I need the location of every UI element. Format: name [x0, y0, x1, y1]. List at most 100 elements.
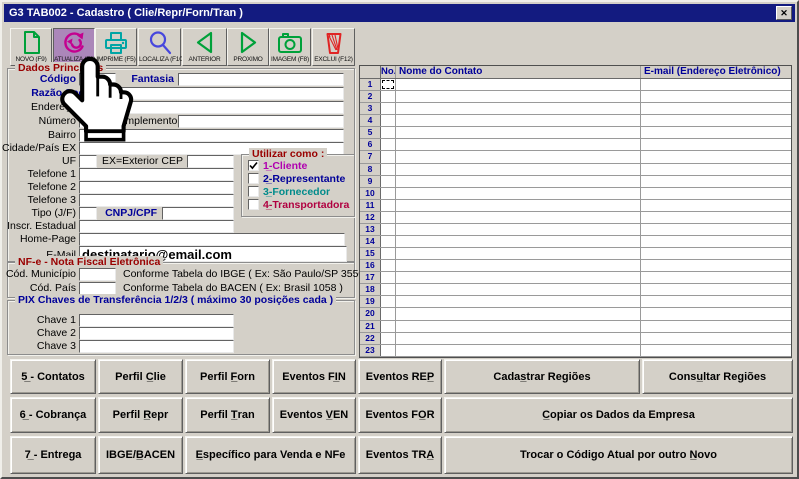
table-row[interactable]: 11 [360, 200, 791, 212]
eventos-ven-button[interactable]: Eventos V̲EN [272, 397, 356, 433]
cell-email[interactable] [641, 345, 791, 356]
row-number[interactable]: 12 [360, 212, 381, 223]
cell-no[interactable] [381, 272, 396, 283]
row-number[interactable]: 3 [360, 103, 381, 114]
table-row[interactable]: 2 [360, 91, 791, 103]
perfil-clie-button[interactable]: Perfil C̲lie [98, 359, 183, 394]
cell-email[interactable] [641, 103, 791, 114]
table-row[interactable]: 9 [360, 176, 791, 188]
cell-nome[interactable] [396, 188, 641, 199]
cell-email[interactable] [641, 296, 791, 307]
cell-email[interactable] [641, 212, 791, 223]
fantasia-input[interactable] [178, 73, 344, 86]
cell-nome[interactable] [396, 345, 641, 356]
cell-nome[interactable] [396, 296, 641, 307]
cell-email[interactable] [641, 127, 791, 138]
eventos-fin-button[interactable]: Eventos FI̲N [272, 359, 356, 394]
cell-nome[interactable] [396, 151, 641, 162]
row-number[interactable]: 5 [360, 127, 381, 138]
row-number[interactable]: 11 [360, 200, 381, 211]
anterior-button[interactable]: ANTERIOR [182, 28, 227, 66]
cell-nome[interactable] [396, 272, 641, 283]
cell-email[interactable] [641, 248, 791, 259]
tipo-input[interactable] [79, 207, 97, 220]
cell-nome[interactable] [396, 91, 641, 102]
numero-input[interactable] [79, 115, 116, 128]
table-row[interactable]: 3 [360, 103, 791, 115]
cobranca-button[interactable]: 6̲ - Cobrança [10, 397, 96, 433]
row-number[interactable]: 15 [360, 248, 381, 259]
row-number[interactable]: 9 [360, 176, 381, 187]
cell-nome[interactable] [396, 212, 641, 223]
row-number[interactable]: 1 [360, 79, 381, 90]
cep-input[interactable] [187, 155, 234, 168]
perfil-tran-button[interactable]: Perfil T̲ran [185, 397, 270, 433]
cell-no[interactable] [381, 333, 396, 344]
perfil-repr-button[interactable]: Perfil R̲epr [98, 397, 183, 433]
cell-no[interactable] [381, 176, 396, 187]
cell-email[interactable] [641, 224, 791, 235]
cell-nome[interactable] [396, 79, 641, 90]
cell-no[interactable] [381, 151, 396, 162]
transportadora-checkbox[interactable] [248, 199, 259, 210]
cell-nome[interactable] [396, 333, 641, 344]
exclui-button[interactable]: EXCLUI (F12) [312, 28, 355, 66]
contatos-button[interactable]: 5̲ - Contatos [10, 359, 96, 394]
trocar-codigo-button[interactable]: Trocar o Código Atual por outro N̲ovo [444, 436, 793, 474]
cell-nome[interactable] [396, 200, 641, 211]
cell-no[interactable] [381, 212, 396, 223]
row-number[interactable]: 10 [360, 188, 381, 199]
cell-email[interactable] [641, 284, 791, 295]
cell-email[interactable] [641, 308, 791, 319]
endereco-input[interactable] [79, 101, 344, 114]
cell-no[interactable] [381, 308, 396, 319]
home-page-input[interactable] [79, 233, 345, 246]
row-number[interactable]: 23 [360, 345, 381, 356]
table-row[interactable]: 23 [360, 345, 791, 357]
cell-email[interactable] [641, 115, 791, 126]
row-number[interactable]: 21 [360, 321, 381, 332]
eventos-for-button[interactable]: Eventos FO̲R [358, 397, 442, 433]
consultar-regioes-button[interactable]: Consu̲ltar Regiões [642, 359, 793, 394]
codigo-input[interactable] [79, 73, 116, 86]
row-number[interactable]: 19 [360, 296, 381, 307]
bairro-input[interactable] [79, 129, 344, 142]
row-number[interactable]: 14 [360, 236, 381, 247]
cell-nome[interactable] [396, 176, 641, 187]
imprime-button[interactable]: IMPRIME (F5) [95, 28, 137, 66]
chave2-input[interactable] [79, 327, 234, 340]
telefone3-input[interactable] [79, 194, 234, 207]
row-number[interactable]: 6 [360, 139, 381, 150]
cell-no[interactable] [381, 115, 396, 126]
close-icon[interactable]: ✕ [776, 6, 792, 20]
cell-nome[interactable] [396, 139, 641, 150]
telefone1-input[interactable] [79, 168, 234, 181]
cell-nome[interactable] [396, 236, 641, 247]
table-row[interactable]: 5 [360, 127, 791, 139]
table-row[interactable]: 4 [360, 115, 791, 127]
row-number[interactable]: 20 [360, 308, 381, 319]
cell-email[interactable] [641, 151, 791, 162]
row-number[interactable]: 17 [360, 272, 381, 283]
cnpj-cpf-input[interactable] [162, 207, 234, 220]
chave1-input[interactable] [79, 314, 234, 327]
cell-no[interactable] [381, 103, 396, 114]
cell-email[interactable] [641, 139, 791, 150]
cell-no[interactable] [381, 284, 396, 295]
localiza-button[interactable]: LOCALIZA (F10) [138, 28, 181, 66]
cell-nome[interactable] [396, 308, 641, 319]
cell-nome[interactable] [396, 321, 641, 332]
cell-nome[interactable] [396, 115, 641, 126]
cell-nome[interactable] [396, 224, 641, 235]
especifico-venda-nfe-button[interactable]: E̲specífico para Venda e NFe [185, 436, 356, 474]
copiar-dados-button[interactable]: C̲opiar os Dados da Empresa [444, 397, 793, 433]
uf-input[interactable] [79, 155, 97, 168]
cell-email[interactable] [641, 200, 791, 211]
fornecedor-checkbox-label[interactable]: 3̲-Fornecedor [263, 186, 330, 198]
cell-email[interactable] [641, 272, 791, 283]
cell-no[interactable] [381, 236, 396, 247]
cell-no[interactable] [381, 260, 396, 271]
cell-no[interactable] [381, 79, 396, 90]
cell-email[interactable] [641, 79, 791, 90]
cell-nome[interactable] [396, 127, 641, 138]
